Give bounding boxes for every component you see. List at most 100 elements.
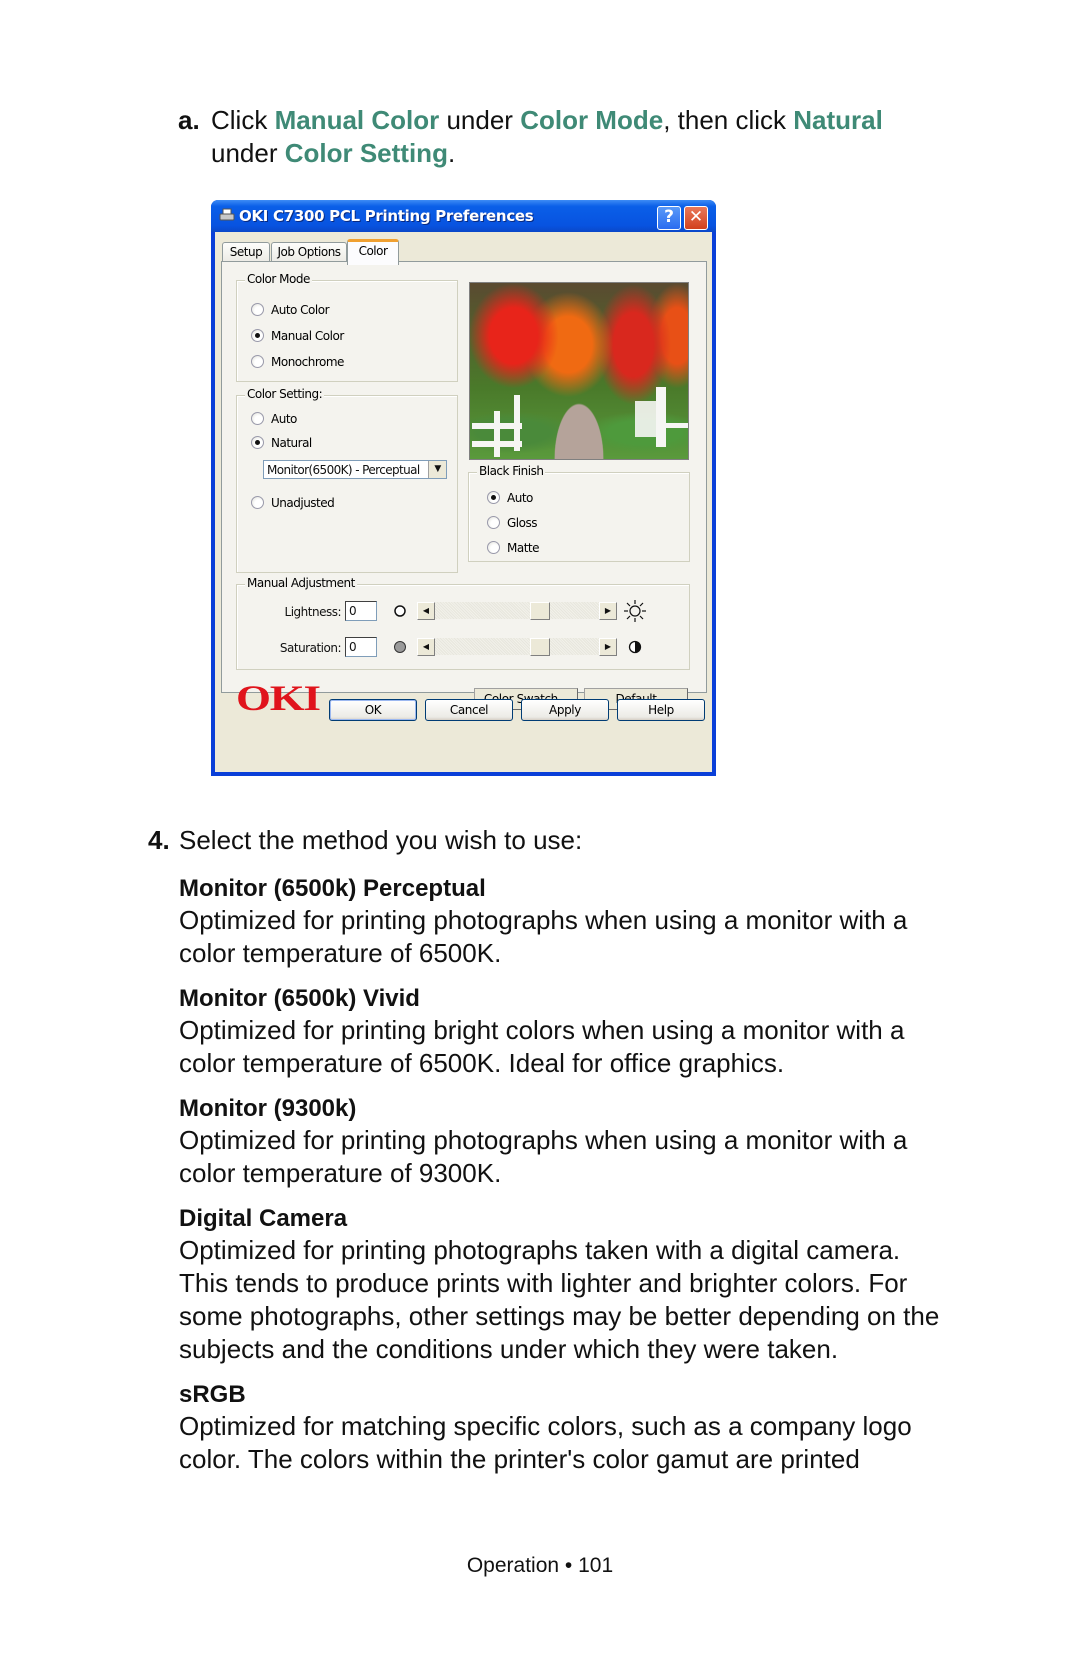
method-description-line: color. The colors within the printer's c… [179, 1444, 860, 1474]
method-item: Monitor (6500k) Perceptual Optimized for … [179, 874, 968, 970]
gray-circle-icon [394, 641, 406, 653]
color-setting-title: Color Setting: [245, 387, 325, 401]
radio-label: Monochrome [271, 355, 344, 369]
fence-post [494, 411, 500, 457]
chevron-down-icon[interactable]: ▼ [428, 461, 446, 478]
step-a-instruction: a. Click Manual Color under Color Mode, … [178, 104, 978, 170]
color-setting-group: Color Setting: Auto Natural Monitor(6500… [236, 387, 458, 573]
radio-button-selected-icon [487, 491, 500, 504]
method-list: Monitor (6500k) Perceptual Optimized for … [148, 874, 968, 1490]
method-description-line: This tends to produce prints with lighte… [179, 1268, 908, 1298]
method-description-line: Optimized for printing photographs when … [179, 1125, 908, 1155]
step-4: 4. Select the method you wish to use: [148, 824, 968, 857]
saturation-input[interactable]: 0 [345, 637, 377, 657]
help-button[interactable]: Help [617, 699, 705, 721]
radio-button-icon [487, 516, 500, 529]
slider-track[interactable] [435, 602, 599, 619]
tab-job-options[interactable]: Job Options [271, 242, 347, 262]
help-title-button[interactable]: ? [657, 206, 681, 230]
radio-button-selected-icon [251, 329, 264, 342]
select-value: Monitor(6500K) - Perceptual [267, 463, 420, 477]
slider-track[interactable] [435, 638, 599, 655]
gate [635, 401, 657, 437]
step-a-label: a. [178, 105, 200, 135]
radio-button-icon [251, 355, 264, 368]
half-circle-icon [628, 640, 642, 654]
oki-logo: OKI [236, 678, 321, 718]
radio-label: Auto Color [271, 303, 330, 317]
method-title: sRGB [179, 1381, 246, 1408]
highlight-natural: Natural [793, 105, 883, 135]
instruction-text: Click [211, 105, 275, 135]
radio-label: Auto [271, 412, 297, 426]
highlight-color-mode: Color Mode [520, 105, 664, 135]
apply-button[interactable]: Apply [521, 699, 609, 721]
manual-adjustment-group: Manual Adjustment Lightness: 0 ◀ ▶ Satur… [236, 576, 690, 670]
method-title: Digital Camera [179, 1205, 348, 1232]
radio-label: Manual Color [271, 329, 344, 343]
slider-left-arrow-icon[interactable]: ◀ [417, 602, 435, 620]
method-item: sRGB Optimized for matching specific colo… [179, 1380, 968, 1476]
tab-color[interactable]: Color [347, 239, 399, 265]
method-item: Monitor (6500k) Vivid Optimized for print… [179, 984, 968, 1080]
method-description-line: Optimized for printing bright colors whe… [179, 1015, 905, 1045]
fence-post [514, 395, 520, 451]
radio-button-icon [251, 303, 264, 316]
slider-right-arrow-icon[interactable]: ▶ [599, 638, 617, 656]
radio-button-icon [251, 412, 264, 425]
tab-setup[interactable]: Setup [222, 242, 270, 262]
title-bar[interactable]: OKI C7300 PCL Printing Preferences ? ✕ [211, 200, 716, 232]
instruction-text: under [211, 138, 285, 168]
fence-post [656, 387, 666, 447]
instruction-text: , then click [663, 105, 794, 135]
ok-button[interactable]: OK [329, 699, 417, 721]
radio-button-icon [251, 496, 264, 509]
cancel-button[interactable]: Cancel [425, 699, 513, 721]
method-description-line: color temperature of 9300K. [179, 1158, 502, 1188]
black-finish-group: Black Finish Auto Gloss Matte [468, 464, 690, 562]
method-item: Digital Camera Optimized for printing pho… [179, 1204, 968, 1366]
radio-label: Unadjusted [271, 496, 335, 510]
step-4-number: 4. [148, 825, 170, 855]
circle-outline-icon [394, 605, 406, 617]
color-mode-title: Color Mode [245, 272, 312, 286]
method-description-line: Optimized for matching specific colors, … [179, 1411, 912, 1441]
close-button[interactable]: ✕ [684, 206, 708, 230]
color-tab-panel: Color Mode Auto Color Manual Color Monoc… [221, 261, 707, 716]
slider-thumb[interactable] [530, 638, 550, 656]
radio-label: Matte [507, 541, 540, 555]
method-description-line: color temperature of 6500K. Ideal for of… [179, 1048, 785, 1078]
dialog-body: Setup Job Options Color Color Mode Auto … [215, 232, 712, 772]
highlight-manual-color: Manual Color [274, 105, 440, 135]
page-footer: Operation • 101 [466, 1554, 614, 1577]
radio-button-selected-icon [251, 436, 264, 449]
lightness-label: Lightness: [284, 605, 342, 619]
manual-adjustment-title: Manual Adjustment [245, 576, 357, 590]
sun-icon [624, 600, 646, 622]
color-preview-image [469, 282, 689, 460]
method-description-line: Optimized for printing photographs when … [179, 905, 908, 935]
slider-thumb[interactable] [530, 602, 550, 620]
step-4-text: Select the method you wish to use: [179, 825, 583, 855]
lightness-input[interactable]: 0 [345, 601, 377, 621]
radio-label: Gloss [507, 516, 537, 530]
printer-icon [219, 208, 235, 221]
method-description-line: subjects and the conditions under which … [179, 1334, 839, 1364]
method-description-line: color temperature of 6500K. [179, 938, 502, 968]
method-item: Monitor (9300k) Optimized for printing ph… [179, 1094, 968, 1190]
method-description-line: some photographs, other settings may be … [179, 1301, 940, 1331]
color-mode-group: Color Mode Auto Color Manual Color Monoc… [236, 272, 458, 382]
highlight-color-setting: Color Setting [284, 138, 448, 168]
saturation-slider[interactable]: ◀ ▶ [417, 638, 617, 656]
black-finish-title: Black Finish [477, 464, 546, 478]
slider-right-arrow-icon[interactable]: ▶ [599, 602, 617, 620]
radio-label: Auto [507, 491, 533, 505]
dialog-title: OKI C7300 PCL Printing Preferences [239, 207, 534, 225]
printing-preferences-dialog: OKI C7300 PCL Printing Preferences ? ✕ S… [211, 200, 716, 776]
lightness-slider[interactable]: ◀ ▶ [417, 602, 617, 620]
instruction-text: under [439, 105, 521, 135]
saturation-label: Saturation: [279, 641, 342, 655]
slider-left-arrow-icon[interactable]: ◀ [417, 638, 435, 656]
radio-button-icon [487, 541, 500, 554]
natural-method-select[interactable]: Monitor(6500K) - Perceptual ▼ [263, 460, 447, 479]
